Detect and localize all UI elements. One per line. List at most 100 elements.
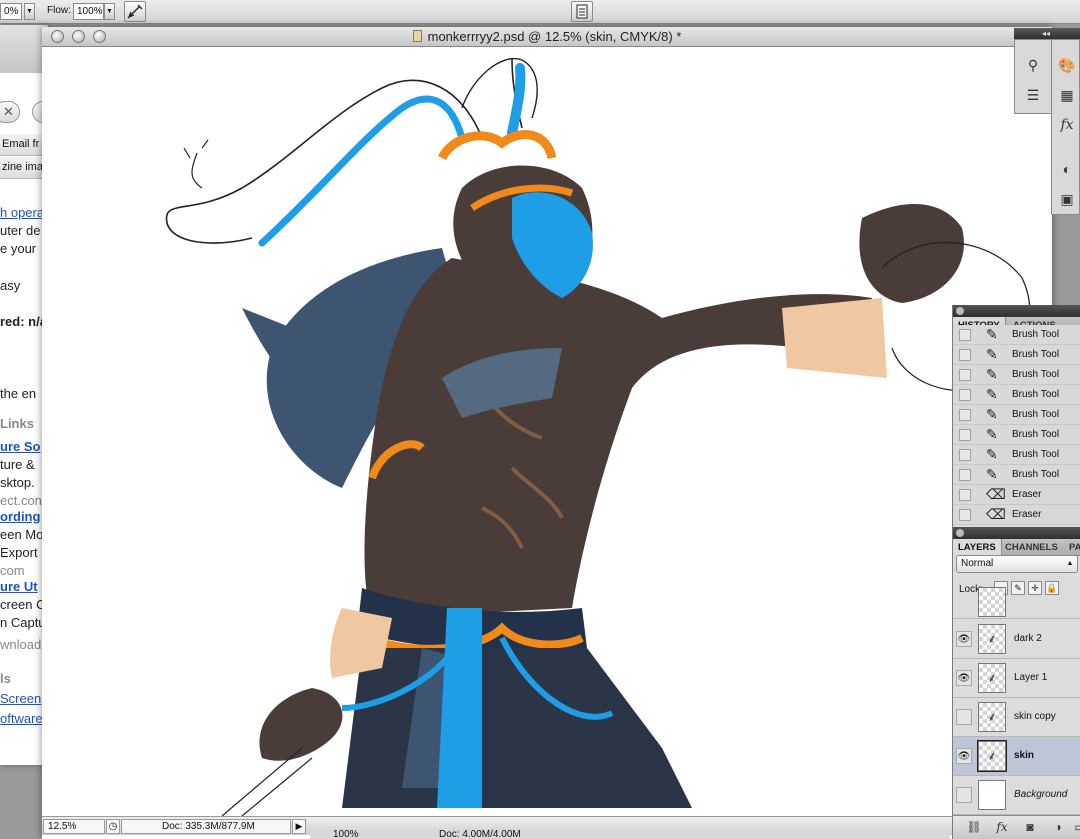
document-title-bar[interactable]: monkerrryy2.psd @ 12.5% (skin, CMYK/8) * xyxy=(42,27,1052,47)
browser-line-0[interactable]: h opera xyxy=(0,205,44,220)
layer-thumbnail: ⸙ xyxy=(978,702,1006,732)
dock-collapse-bar[interactable]: ◂◂ xyxy=(1014,28,1054,39)
history-state-label: Brush Tool xyxy=(1012,449,1060,460)
blend-mode-select[interactable]: Normal ▲ xyxy=(956,555,1078,573)
tab-channels[interactable]: CHANNELS xyxy=(1000,539,1063,556)
browser-line-20[interactable]: Screen xyxy=(0,691,41,706)
history-state-row[interactable]: ✎ Brush Tool xyxy=(953,465,1080,485)
layer-thumbnail: ⸙ xyxy=(977,740,1007,772)
history-snapshot-checkbox[interactable] xyxy=(959,349,971,361)
lock-position-icon[interactable]: ✛ xyxy=(1028,581,1042,595)
dock-collapse-bar-2[interactable] xyxy=(1054,28,1080,39)
swatches-icon[interactable]: ▦ xyxy=(1056,84,1078,106)
history-state-label: Brush Tool xyxy=(1012,329,1060,340)
dock-column-1: ⚲ ☰ xyxy=(1014,39,1052,114)
brush-icon: ✎ xyxy=(986,446,998,462)
styles-fx-icon[interactable]: fx xyxy=(1056,114,1078,136)
browser-tab-strip-1[interactable]: Email fr xyxy=(0,134,48,156)
layer-visibility-toggle[interactable]: 👁 xyxy=(956,670,972,686)
history-snapshot-checkbox[interactable] xyxy=(959,509,971,521)
dock-column-2: 🎨 ▦ fx ◐ ▣ xyxy=(1051,39,1080,215)
layer-row-partial[interactable] xyxy=(953,587,1080,619)
palette-well-button[interactable] xyxy=(571,1,593,22)
add-mask-icon[interactable]: ◙ xyxy=(1021,819,1039,836)
tab-layers[interactable]: LAYERS xyxy=(953,539,1002,556)
browser-line-21[interactable]: oftware xyxy=(0,711,43,726)
zoom-level-field[interactable]: 12.5% xyxy=(43,819,105,834)
layer-row[interactable]: 👁 ⸙ skin xyxy=(953,737,1080,776)
lock-brush-icon[interactable]: ✎ xyxy=(1011,581,1025,595)
panel-close-dot[interactable] xyxy=(956,307,964,315)
layer-visibility-toggle[interactable] xyxy=(956,709,972,725)
history-state-row[interactable]: ✎ Brush Tool xyxy=(953,425,1080,445)
browser-line-14: com xyxy=(0,563,25,578)
link-layers-icon[interactable]: ⛓ xyxy=(965,819,983,836)
history-state-label: Brush Tool xyxy=(1012,389,1060,400)
opacity-dropdown-arrow[interactable]: ▼ xyxy=(24,3,35,20)
history-panel-grip[interactable] xyxy=(953,305,1080,317)
browser-line-19: ls xyxy=(0,671,11,686)
history-state-row[interactable]: ⌫ Eraser xyxy=(953,505,1080,525)
history-state-row[interactable]: ✎ Brush Tool xyxy=(953,405,1080,425)
flow-dropdown-arrow[interactable]: ▼ xyxy=(104,3,115,20)
brush-icon: ✎ xyxy=(986,466,998,482)
layer-row[interactable]: ⸙ skin copy xyxy=(953,698,1080,737)
browser-line-13: Export xyxy=(0,545,38,560)
brush-icon: ✎ xyxy=(986,346,998,362)
history-snapshot-checkbox[interactable] xyxy=(959,409,971,421)
back-window-doc-size: Doc: 4.00M/4.00M xyxy=(439,829,521,839)
flow-field[interactable]: 100% xyxy=(73,3,104,20)
status-menu-button[interactable]: ▶ xyxy=(292,819,306,834)
browser-tab-strip-2[interactable]: zine ima xyxy=(0,157,48,179)
history-snapshot-checkbox[interactable] xyxy=(959,429,971,441)
browser-stop-button[interactable]: ✕ xyxy=(0,101,20,123)
history-snapshot-checkbox[interactable] xyxy=(959,469,971,481)
browser-line-15[interactable]: ure Ut xyxy=(0,579,38,594)
history-snapshot-checkbox[interactable] xyxy=(959,329,971,341)
adjustments-icon[interactable]: ◐ xyxy=(1056,158,1078,180)
history-state-row[interactable]: ⌫ Eraser xyxy=(953,485,1080,505)
history-state-row[interactable]: ✎ Brush Tool xyxy=(953,445,1080,465)
layers-panel-grip[interactable] xyxy=(953,527,1080,539)
layer-name: dark 2 xyxy=(1014,633,1042,644)
tab-paths[interactable]: PA xyxy=(1064,539,1080,556)
panel-close-dot[interactable] xyxy=(956,529,964,537)
document-title-text: monkerrryy2.psd @ 12.5% (skin, CMYK/8) * xyxy=(427,29,682,44)
history-state-row[interactable]: ✎ Brush Tool xyxy=(953,365,1080,385)
layer-visibility-toggle[interactable]: 👁 xyxy=(956,631,972,647)
history-state-row[interactable]: ✎ Brush Tool xyxy=(953,325,1080,345)
doc-size-readout: Doc: 335.3M/877.9M xyxy=(121,819,291,834)
canvas-area[interactable] xyxy=(42,48,1052,816)
history-snapshot-checkbox[interactable] xyxy=(959,369,971,381)
lock-all-icon[interactable]: 🔒 xyxy=(1045,581,1059,595)
layer-visibility-toggle[interactable]: 👁 xyxy=(956,748,972,764)
history-snapshot-checkbox[interactable] xyxy=(959,389,971,401)
layer-row[interactable]: 👁 ⸙ dark 2 xyxy=(953,620,1080,659)
layer-row[interactable]: Background xyxy=(953,776,1080,815)
history-snapshot-checkbox[interactable] xyxy=(959,489,971,501)
layer-thumbnail xyxy=(978,587,1006,617)
history-state-row[interactable]: ✎ Brush Tool xyxy=(953,345,1080,365)
airbrush-toggle-button[interactable] xyxy=(124,1,146,22)
new-group-icon[interactable]: ▭ xyxy=(1071,819,1080,836)
layer-visibility-toggle[interactable] xyxy=(956,787,972,803)
layer-row[interactable]: 👁 ⸙ Layer 1 xyxy=(953,659,1080,698)
tool-presets-icon[interactable]: ⚲ xyxy=(1022,54,1044,76)
history-state-label: Eraser xyxy=(1012,489,1042,500)
history-snapshot-checkbox[interactable] xyxy=(959,449,971,461)
browser-line-16: creen C xyxy=(0,597,46,612)
browser-line-11[interactable]: ording xyxy=(0,509,40,524)
layer-style-fx-icon[interactable]: fx xyxy=(993,819,1011,836)
layer-comps-icon[interactable]: ☰ xyxy=(1022,84,1044,106)
browser-line-2: e your xyxy=(0,241,37,256)
adjustment-layer-icon[interactable]: ◑ xyxy=(1049,819,1067,836)
opacity-field[interactable]: 0% xyxy=(0,3,22,20)
color-palette-icon[interactable]: 🎨 xyxy=(1056,54,1078,76)
layers-panel-footer: ⛓ fx ◙ ◑ ▭ xyxy=(952,815,1080,839)
status-preview-button[interactable]: ◷ xyxy=(106,819,120,834)
masks-icon[interactable]: ▣ xyxy=(1056,188,1078,210)
history-state-row[interactable]: ✎ Brush Tool xyxy=(953,385,1080,405)
eye-icon: 👁 xyxy=(957,634,971,645)
browser-line-7[interactable]: ure So xyxy=(0,439,40,454)
layer-thumbnail xyxy=(978,780,1006,810)
